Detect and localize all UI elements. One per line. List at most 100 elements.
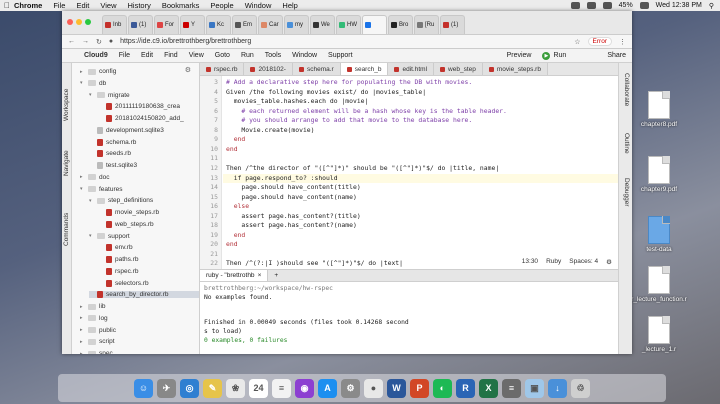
menu-bookmarks[interactable]: Bookmarks <box>162 1 200 10</box>
forward-icon[interactable]: → <box>82 38 89 45</box>
preview-button[interactable]: Preview <box>507 52 532 59</box>
finder-icon[interactable]: ☺ <box>134 378 153 398</box>
tree-item[interactable]: env.rb <box>98 244 133 252</box>
expand-arrow-icon[interactable]: ▾ <box>80 186 85 192</box>
tree-item[interactable]: ▸ script <box>80 338 115 345</box>
left-panel-navigate[interactable]: Navigate <box>63 150 70 176</box>
c9-menu-window[interactable]: Window <box>292 52 317 59</box>
editor-tab[interactable]: movie_steps.rb <box>482 63 548 75</box>
tree-item[interactable]: rspec.rb <box>98 267 138 275</box>
trash-icon[interactable]: ♲ <box>571 378 590 398</box>
tree-item[interactable]: ▾ support <box>89 233 130 240</box>
new-terminal-button[interactable]: + <box>268 270 285 281</box>
tree-item[interactable]: ▸ doc <box>80 174 109 181</box>
terminal-output[interactable]: brettrothberg:~/workspace/hw-rspec No exa… <box>200 282 618 354</box>
tree-item[interactable]: ▸ config <box>80 68 116 75</box>
left-panel-commands[interactable]: Commands <box>63 213 70 246</box>
tree-item[interactable]: ▸ log <box>80 315 108 322</box>
podcasts-icon[interactable]: ◉ <box>295 378 314 398</box>
browser-tab[interactable] <box>362 15 387 34</box>
preview-icon[interactable]: ▣ <box>525 378 544 398</box>
spotify-icon[interactable]: ◐ <box>433 378 452 398</box>
reload-icon[interactable]: ↻ <box>96 38 102 46</box>
menu-people[interactable]: People <box>210 1 233 10</box>
tree-item[interactable]: test.sqlite3 <box>89 162 137 169</box>
search-icon[interactable]: ⚲ <box>709 2 714 10</box>
c9-menu-tools[interactable]: Tools <box>265 52 281 59</box>
browser-tab[interactable]: For <box>154 15 179 34</box>
c9-menu-goto[interactable]: Goto <box>215 52 230 59</box>
tree-item[interactable]: web_steps.rb <box>98 220 154 228</box>
desktop-file[interactable]: chapter9.pdf <box>630 156 688 193</box>
desktop-file[interactable]: r_lecture_function.r <box>630 266 688 303</box>
notes-icon[interactable]: ✎ <box>203 378 222 398</box>
filemerge-icon[interactable]: ≡ <box>502 378 521 398</box>
c9-menu-view[interactable]: View <box>189 52 204 59</box>
menu-file[interactable]: File <box>53 1 65 10</box>
cloud9-logo[interactable]: Cloud9 <box>84 52 108 59</box>
right-panel-debugger[interactable]: Debugger <box>623 178 630 207</box>
tree-item[interactable]: 20181024150820_add_ <box>98 115 184 122</box>
zoom-window-button[interactable] <box>85 19 91 25</box>
launchpad-icon[interactable]: ✈ <box>157 378 176 398</box>
share-button[interactable]: Share <box>607 52 626 59</box>
language-mode[interactable]: Ruby <box>546 258 561 266</box>
browser-tab[interactable]: Bro <box>388 15 413 34</box>
tree-item[interactable]: ▾ features <box>80 186 123 193</box>
tree-item[interactable]: 20111119180638_crea <box>98 103 180 111</box>
browser-tab[interactable]: [Ru <box>414 15 439 34</box>
expand-arrow-icon[interactable]: ▸ <box>80 69 85 75</box>
desktop-file[interactable]: chapter8.pdf <box>630 91 688 128</box>
url-field[interactable]: https://ide.c9.io/brettrothberg/brettrot… <box>120 38 251 45</box>
browser-tab[interactable]: (1) <box>128 15 153 34</box>
c9-menu-run[interactable]: Run <box>241 52 254 59</box>
expand-arrow-icon[interactable]: ▸ <box>80 315 85 321</box>
tree-item[interactable]: selectors.rb <box>98 279 149 287</box>
desktop-file[interactable]: test-data <box>630 216 688 253</box>
expand-arrow-icon[interactable]: ▾ <box>80 80 85 86</box>
chrome-icon[interactable]: ● <box>364 378 383 398</box>
tree-item[interactable]: ▸ lib <box>80 303 106 310</box>
powerpoint-icon[interactable]: P <box>410 378 429 398</box>
tree-item[interactable]: ▾ step_definitions <box>89 197 153 204</box>
browser-tab[interactable]: HW <box>336 15 361 34</box>
clock[interactable]: Wed 12:38 PM <box>656 2 702 9</box>
expand-arrow-icon[interactable]: ▸ <box>80 304 85 310</box>
desktop-file[interactable]: _lecture_1.r <box>630 316 688 353</box>
expand-arrow-icon[interactable]: ▸ <box>80 351 85 355</box>
r-icon[interactable]: R <box>456 378 475 398</box>
browser-tab[interactable]: We <box>310 15 335 34</box>
expand-arrow-icon[interactable]: ▾ <box>89 198 94 204</box>
dropbox-icon[interactable] <box>570 2 580 9</box>
close-tab-icon[interactable]: × <box>258 272 262 279</box>
menu-view[interactable]: View <box>100 1 116 10</box>
editor-tab[interactable]: 2018102- <box>244 63 293 75</box>
tree-item[interactable]: ▾ migrate <box>89 92 130 99</box>
expand-arrow-icon[interactable]: ▸ <box>80 327 85 333</box>
left-panel-workspace[interactable]: Workspace <box>63 89 70 121</box>
right-panel-outline[interactable]: Outline <box>623 133 630 154</box>
volume-icon[interactable] <box>602 2 612 9</box>
settings-icon[interactable]: ⚙ <box>341 378 360 398</box>
tree-item[interactable]: ▸ spec <box>80 350 113 354</box>
right-panel-collaborate[interactable]: Collaborate <box>623 73 630 106</box>
tree-item[interactable]: seeds.rb <box>89 150 131 158</box>
expand-arrow-icon[interactable]: ▾ <box>89 92 94 98</box>
editor-tab[interactable]: schema.r <box>292 63 341 75</box>
c9-menu-file[interactable]: File <box>119 52 130 59</box>
wifi-icon[interactable] <box>586 2 596 9</box>
tree-item[interactable]: ▾ db <box>80 80 106 87</box>
menu-history[interactable]: History <box>128 1 151 10</box>
code-editor[interactable]: 13:30 Ruby Spaces: 4 ⚙ 3 # Add a declarat… <box>200 76 618 269</box>
back-icon[interactable]: ← <box>68 38 75 45</box>
error-badge[interactable]: Error <box>587 37 612 46</box>
browser-tab[interactable]: Em <box>232 15 257 34</box>
gear-icon[interactable]: ⚙ <box>185 66 191 74</box>
tree-item[interactable]: movie_steps.rb <box>98 209 159 216</box>
browser-tab[interactable]: (1) <box>440 15 465 34</box>
c9-menu-support[interactable]: Support <box>328 52 353 59</box>
minimize-window-button[interactable] <box>76 19 82 25</box>
c9-menu-find[interactable]: Find <box>164 52 178 59</box>
close-window-button[interactable] <box>67 19 73 25</box>
browser-tab[interactable]: Car <box>258 15 283 34</box>
